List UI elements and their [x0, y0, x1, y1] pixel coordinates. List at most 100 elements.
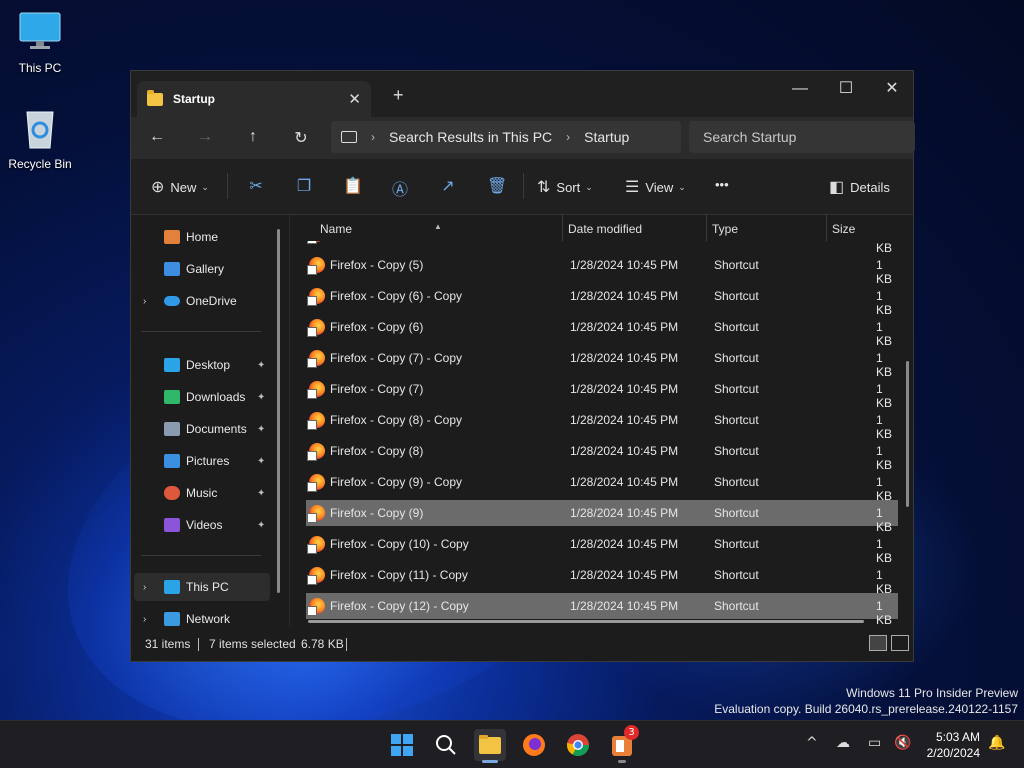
file-name: Firefox - Copy (6) - Copy: [330, 289, 463, 303]
start-button[interactable]: [386, 729, 418, 761]
chrome-icon: [567, 734, 589, 756]
file-type: Shortcut: [714, 382, 759, 396]
column-divider[interactable]: [706, 215, 707, 241]
delete-icon[interactable]: 🗑: [487, 176, 507, 195]
sidebar-item-music[interactable]: Music ✦: [131, 479, 271, 507]
sidebar-item-home[interactable]: Home: [131, 223, 271, 251]
column-header-size[interactable]: Size: [832, 222, 855, 236]
sidebar-item-label: Desktop: [186, 358, 231, 372]
file-type: Shortcut: [714, 475, 759, 489]
volume-muted-icon[interactable]: 🔇: [894, 735, 911, 751]
notification-bell-icon[interactable]: 🔔: [988, 735, 1005, 751]
maximize-button[interactable]: ☐: [823, 75, 869, 103]
selected-count: 7 items selected: [209, 637, 296, 651]
table-row[interactable]: Firefox - Copy (10) - Copy 1/28/2024 10:4…: [306, 531, 898, 565]
sidebar-item-pictures[interactable]: Pictures ✦: [131, 447, 271, 475]
sidebar-item-onedrive[interactable]: › OneDrive: [131, 287, 271, 315]
toolbar-divider: [227, 173, 228, 199]
sidebar-item-this-pc[interactable]: › This PC: [134, 573, 270, 601]
horizontal-scrollbar[interactable]: [308, 620, 864, 623]
pin-icon: ✦: [257, 487, 266, 499]
table-row[interactable]: Firefox - Copy (12) - Copy 1/28/2024 10:4…: [306, 593, 898, 627]
system-clock[interactable]: 5:03 AM 2/20/2024: [927, 729, 980, 761]
table-row[interactable]: Firefox - Copy (8) - Copy 1/28/2024 10:45…: [306, 407, 898, 441]
breadcrumb-search-results[interactable]: Search Results in This PC: [389, 129, 552, 145]
chevron-right-icon[interactable]: ›: [143, 614, 146, 625]
file-size: 1 KB: [876, 413, 893, 441]
table-row[interactable]: Firefox - Copy (6) - Copy 1/28/2024 10:45…: [306, 283, 898, 317]
chevron-right-icon[interactable]: ›: [143, 582, 146, 593]
desktop-icon-recycle-bin[interactable]: Recycle Bin: [0, 106, 80, 171]
new-button[interactable]: ⊕ New ⌄: [151, 177, 209, 197]
sidebar-item-gallery[interactable]: Gallery: [131, 255, 271, 283]
this-pc-icon: [164, 580, 180, 594]
firefox-shortcut-icon: [307, 241, 325, 244]
pin-icon: ✦: [257, 423, 266, 435]
table-row[interactable]: Firefox - Copy (7) 1/28/2024 10:45 PM Shor…: [306, 376, 898, 410]
new-tab-button[interactable]: +: [393, 85, 404, 106]
more-options-button[interactable]: •••: [715, 177, 729, 192]
monitor-icon: [19, 12, 61, 49]
minimize-button[interactable]: —: [777, 75, 823, 103]
table-row[interactable]: Firefox - Copy (7) - Copy 1/28/2024 10:45…: [306, 345, 898, 379]
sidebar-item-downloads[interactable]: Downloads ✦: [131, 383, 271, 411]
column-header: ▲ Name Date modified Type Size: [290, 215, 913, 241]
breadcrumb-separator: ›: [371, 130, 375, 144]
sidebar-item-desktop[interactable]: Desktop ✦: [131, 351, 271, 379]
tab-startup[interactable]: Startup ✕: [137, 81, 371, 117]
details-pane-button[interactable]: ◧ Details: [829, 177, 890, 197]
close-window-button[interactable]: ✕: [869, 75, 915, 103]
sidebar-item-videos[interactable]: Videos ✦: [131, 511, 271, 539]
search-button[interactable]: [430, 729, 462, 761]
back-button[interactable]: ←: [147, 128, 167, 146]
column-divider[interactable]: [826, 215, 827, 241]
tab-close-button[interactable]: ✕: [348, 90, 361, 108]
column-header-type[interactable]: Type: [712, 222, 738, 236]
file-type: Shortcut: [714, 413, 759, 427]
sort-button[interactable]: ⇅ Sort ⌄: [537, 177, 593, 197]
taskbar-file-explorer[interactable]: [474, 729, 506, 763]
onedrive-offline-icon[interactable]: ☁: [836, 735, 850, 751]
table-row[interactable]: Firefox - Copy (9) - Copy 1/28/2024 10:45…: [306, 469, 898, 503]
windows-logo-icon: [391, 734, 413, 756]
vertical-scrollbar[interactable]: [906, 361, 909, 507]
table-row[interactable]: Firefox - Copy (8) 1/28/2024 10:45 PM Shor…: [306, 438, 898, 472]
tray-overflow-button[interactable]: ^: [806, 735, 818, 751]
share-icon[interactable]: ↗: [439, 176, 457, 195]
cut-icon[interactable]: ✂: [247, 176, 265, 195]
tab-title: Startup: [173, 92, 215, 106]
taskbar-app-with-badge[interactable]: 3: [606, 725, 639, 763]
column-divider[interactable]: [562, 215, 563, 241]
paste-icon[interactable]: 📋: [343, 176, 363, 195]
chevron-right-icon[interactable]: ›: [143, 296, 146, 307]
file-type: Shortcut: [714, 258, 759, 272]
up-button[interactable]: ↑: [243, 128, 263, 146]
forward-button[interactable]: →: [195, 128, 215, 146]
taskbar-firefox[interactable]: [518, 729, 550, 761]
table-row[interactable]: Firefox - Copy (5) 1/28/2024 10:45 PM Shor…: [306, 252, 898, 286]
desktop-icon-this-pc[interactable]: This PC: [0, 10, 80, 75]
table-row[interactable]: Firefox - Copy (6) 1/28/2024 10:45 PM Shor…: [306, 314, 898, 348]
table-row[interactable]: Firefox - Copy (9) 1/28/2024 10:45 PM Shor…: [306, 500, 898, 534]
address-bar[interactable]: › Search Results in This PC › Startup: [331, 121, 681, 153]
column-header-name[interactable]: Name: [320, 222, 352, 236]
taskbar: 3 ^ ☁ ▭ 🔇 5:03 AM 2/20/2024 🔔: [0, 720, 1024, 768]
copy-icon[interactable]: ❐: [295, 176, 313, 195]
table-row[interactable]: Firefox - Copy (11) - Copy 1/28/2024 10:4…: [306, 562, 898, 596]
sidebar-scrollbar[interactable]: [277, 229, 280, 593]
file-name: Firefox - Copy (9) - Copy: [330, 475, 463, 489]
rename-icon[interactable]: Ⓐ: [391, 176, 409, 199]
sidebar-item-documents[interactable]: Documents ✦: [131, 415, 271, 443]
network-icon[interactable]: ▭: [868, 735, 881, 751]
refresh-button[interactable]: ↻: [291, 128, 311, 148]
tiles-view-button[interactable]: [891, 635, 909, 651]
view-button[interactable]: ☰ View ⌄: [625, 177, 686, 197]
column-header-date[interactable]: Date modified: [568, 222, 642, 236]
search-input[interactable]: Search Startup: [689, 121, 915, 153]
details-view-button[interactable]: [869, 635, 887, 651]
gallery-icon: [164, 262, 180, 276]
breadcrumb-startup[interactable]: Startup: [584, 129, 629, 145]
sidebar-item-label: Gallery: [186, 262, 225, 276]
table-row[interactable]: Firefox - Copy (5) - Copy1/28/2024 10:45…: [306, 241, 898, 255]
taskbar-chrome[interactable]: [562, 729, 594, 761]
